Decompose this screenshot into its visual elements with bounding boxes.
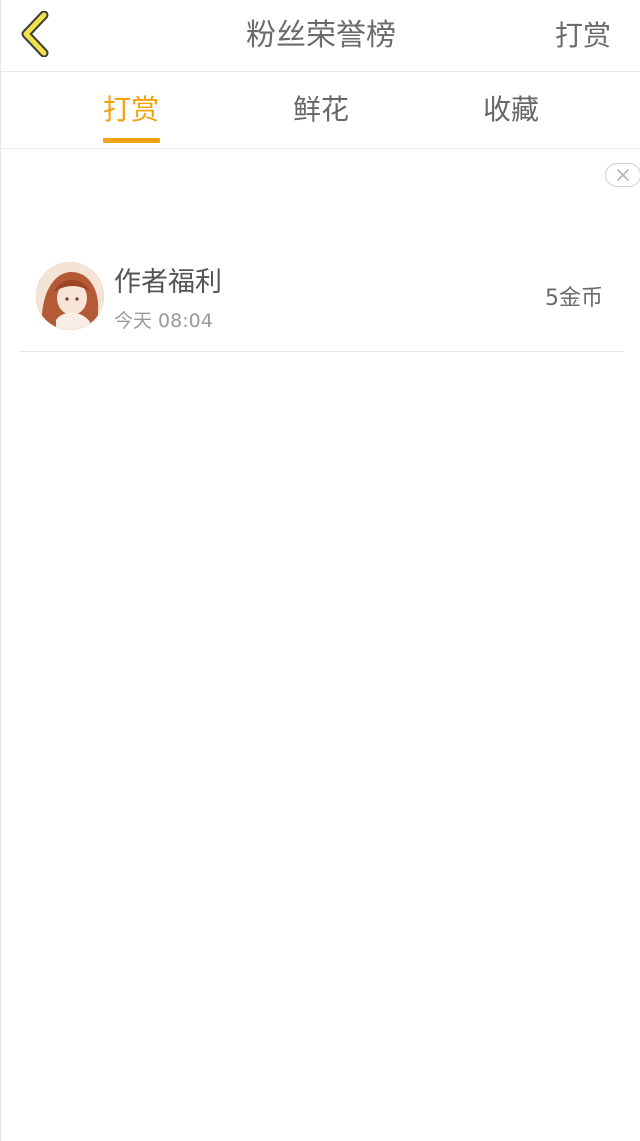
record-name: 作者福利 bbox=[114, 267, 222, 298]
top-bar: 粉丝荣誉榜 打赏 bbox=[1, 0, 640, 72]
tab-flowers[interactable]: 鲜花 bbox=[293, 90, 349, 130]
reward-action-button[interactable]: 打赏 bbox=[555, 16, 611, 56]
active-tab-indicator bbox=[103, 138, 160, 143]
record-amount: 5金币 bbox=[545, 286, 603, 311]
chevron-left-icon bbox=[21, 11, 49, 57]
close-button[interactable] bbox=[605, 163, 640, 187]
fan-honor-screen: 粉丝荣誉榜 打赏 打赏 鲜花 收藏 作者福利 今天 08:04 5金币 bbox=[0, 0, 640, 1141]
close-icon bbox=[617, 169, 629, 181]
tab-favorites[interactable]: 收藏 bbox=[483, 90, 539, 130]
back-button[interactable] bbox=[11, 8, 59, 60]
page-title: 粉丝荣誉榜 bbox=[246, 18, 396, 53]
tab-bar: 打赏 鲜花 收藏 bbox=[1, 72, 640, 149]
avatar bbox=[36, 262, 104, 330]
list-item[interactable]: 作者福利 今天 08:04 5金币 bbox=[19, 240, 623, 352]
tab-reward[interactable]: 打赏 bbox=[103, 90, 159, 130]
avatar-image bbox=[36, 262, 104, 330]
record-time: 今天 08:04 bbox=[114, 310, 213, 332]
